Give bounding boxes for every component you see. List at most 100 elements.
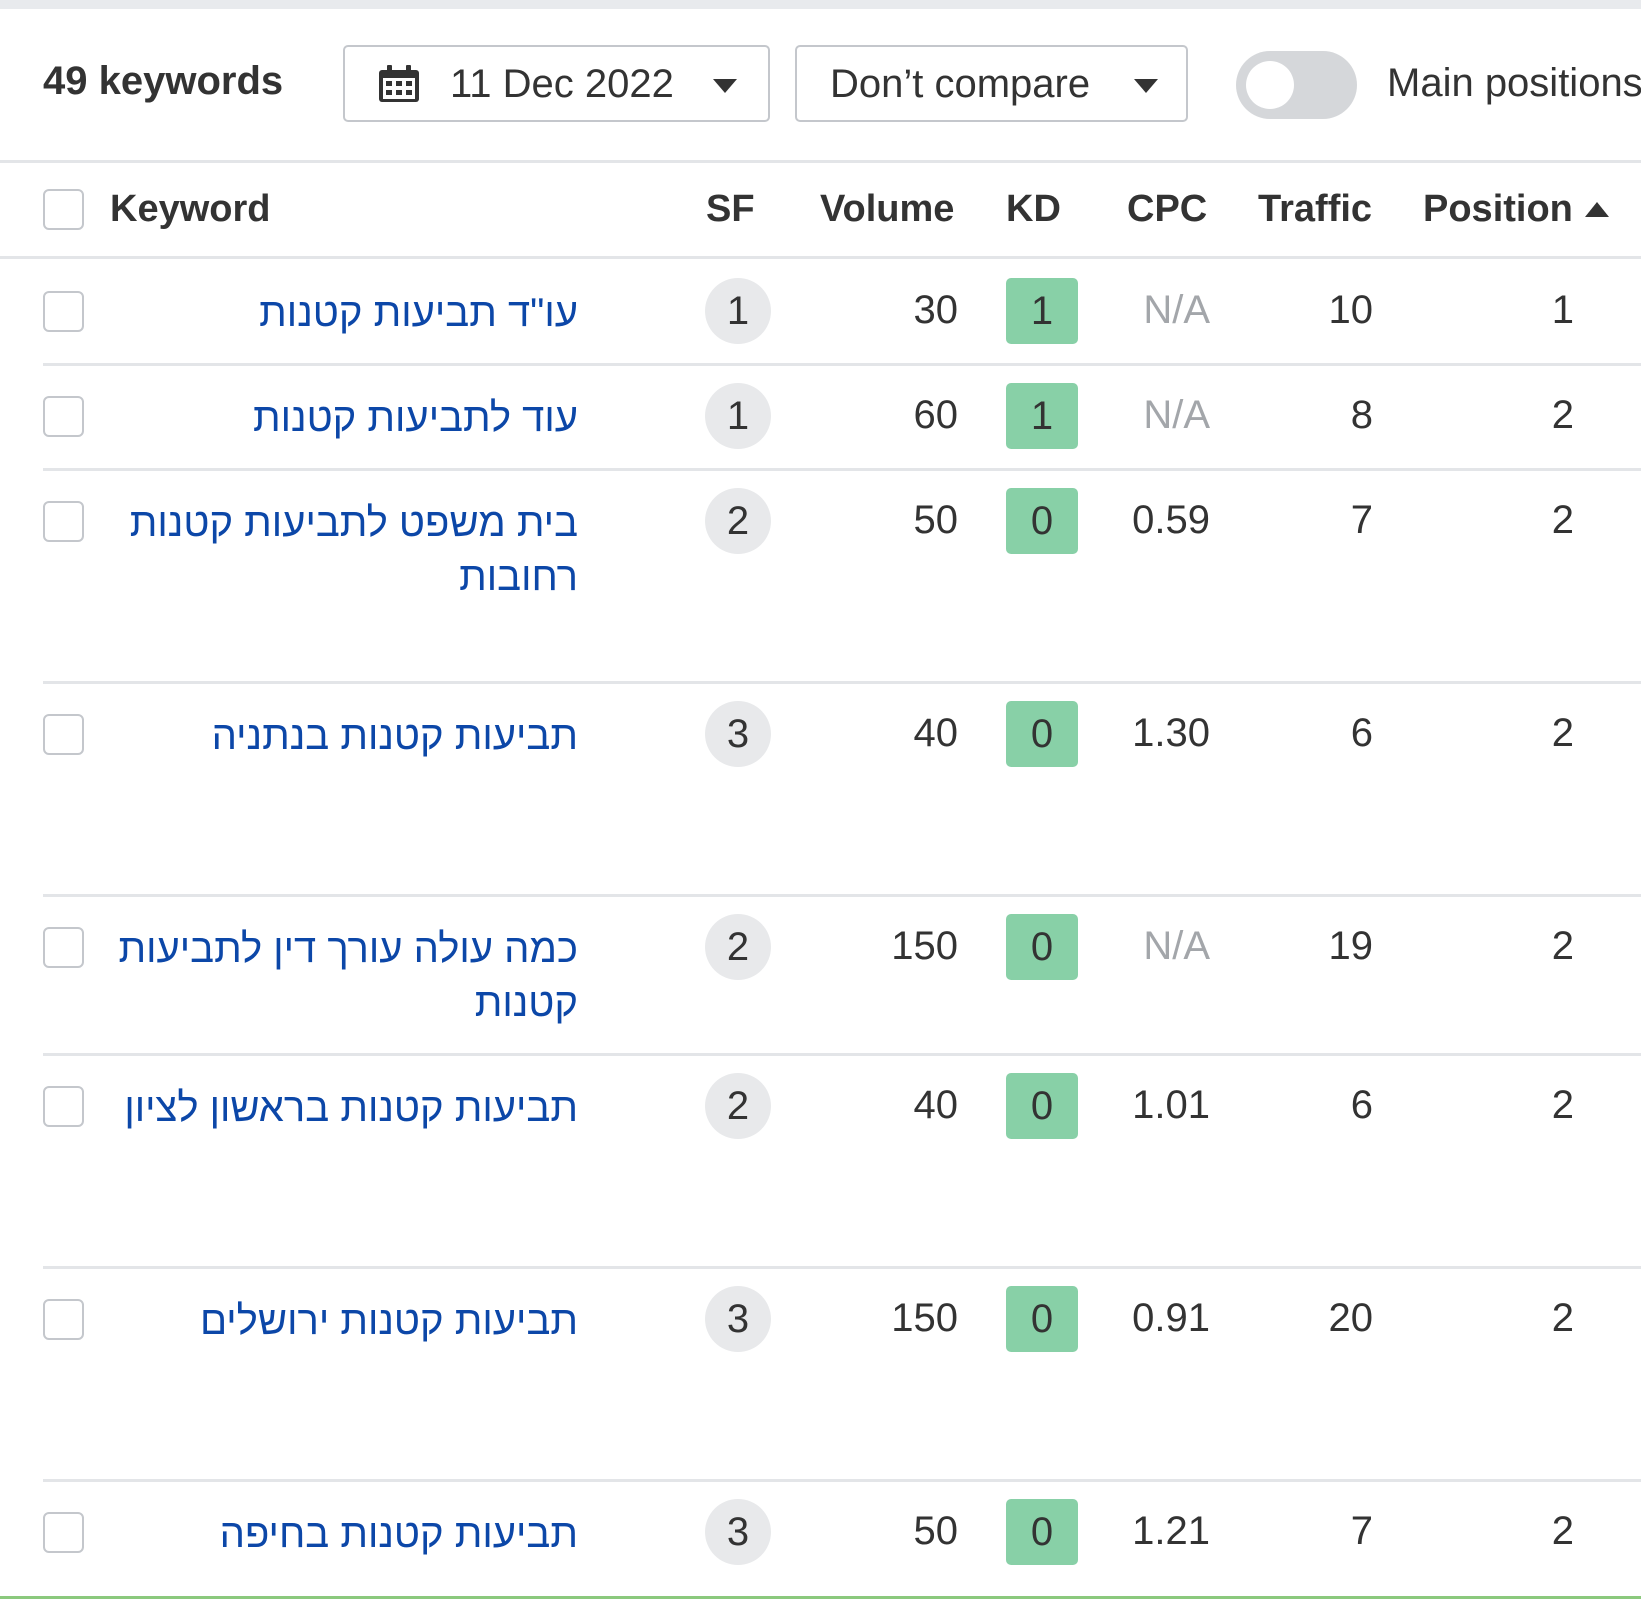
- keyword-link[interactable]: תביעות קטנות ירושלים: [108, 1294, 578, 1348]
- cpc-value: 1.21: [1132, 1509, 1210, 1553]
- table-row: עוד לתביעות קטנות 1 60 1 N/A 8 2: [0, 364, 1641, 469]
- column-header-keyword[interactable]: Keyword: [110, 190, 270, 228]
- traffic-value[interactable]: 6: [1240, 1085, 1373, 1125]
- position-value: 2: [1551, 711, 1574, 755]
- position-value: 2: [1551, 924, 1574, 968]
- sf-badge[interactable]: 2: [705, 914, 771, 980]
- sf-badge[interactable]: 2: [705, 488, 771, 554]
- kd-badge: 0: [1006, 488, 1078, 554]
- main-positions-toggle[interactable]: [1236, 51, 1357, 119]
- keyword-link[interactable]: בית משפט לתביעות קטנות רחובות: [108, 496, 578, 604]
- table-header: Keyword SF Volume KD CPC Traffic Positio…: [0, 163, 1641, 259]
- sort-ascending-icon: [1584, 202, 1609, 217]
- volume-value: 50: [913, 1509, 959, 1553]
- volume-value: 30: [913, 288, 959, 332]
- column-header-volume[interactable]: Volume: [820, 190, 954, 228]
- volume-value: 60: [913, 393, 959, 437]
- top-strip: [0, 0, 1641, 9]
- row-checkbox[interactable]: [43, 1086, 84, 1127]
- column-header-cpc[interactable]: CPC: [1127, 190, 1207, 228]
- table-row: עו"ד תביעות קטנות 1 30 1 N/A 10 1: [0, 259, 1641, 364]
- keyword-link[interactable]: תביעות קטנות בנתניה: [108, 709, 578, 763]
- sf-badge[interactable]: 3: [705, 701, 771, 767]
- chevron-down-icon: [1134, 79, 1158, 93]
- table-row: תביעות קטנות בחיפה 3 50 0 1.21 7 2: [0, 1480, 1641, 1596]
- kd-badge: 1: [1006, 278, 1078, 344]
- position-value: 2: [1551, 1296, 1574, 1340]
- keyword-link[interactable]: עו"ד תביעות קטנות: [108, 286, 578, 340]
- cpc-value: 1.30: [1132, 711, 1210, 755]
- keyword-link[interactable]: תביעות קטנות בחיפה: [108, 1507, 578, 1561]
- column-header-kd[interactable]: KD: [1006, 190, 1061, 228]
- volume-value: 150: [891, 1296, 958, 1340]
- toggle-knob: [1246, 61, 1294, 109]
- volume-value: 50: [913, 498, 959, 542]
- date-value: 11 Dec 2022: [450, 62, 674, 106]
- sf-badge[interactable]: 3: [705, 1286, 771, 1352]
- position-value: 2: [1551, 1083, 1574, 1127]
- toolbar: 49 keywords 11 Dec 2022 Don’t compare Ma…: [0, 9, 1641, 160]
- traffic-value[interactable]: 10: [1240, 290, 1374, 330]
- row-divider: [43, 363, 1641, 366]
- row-checkbox[interactable]: [43, 291, 84, 332]
- main-positions-label: Main positions: [1387, 61, 1641, 105]
- date-picker-dropdown[interactable]: 11 Dec 2022: [343, 45, 770, 122]
- row-checkbox[interactable]: [43, 1512, 84, 1553]
- position-value: 2: [1551, 498, 1574, 542]
- column-header-sf[interactable]: SF: [706, 190, 755, 228]
- traffic-value[interactable]: 8: [1240, 395, 1373, 435]
- row-checkbox[interactable]: [43, 501, 84, 542]
- row-checkbox[interactable]: [43, 1299, 84, 1340]
- keyword-link[interactable]: כמה עולה עורך דין לתביעות קטנות: [108, 922, 578, 1030]
- position-value: 2: [1551, 393, 1574, 437]
- sf-badge[interactable]: 1: [705, 383, 771, 449]
- row-checkbox[interactable]: [43, 396, 84, 437]
- traffic-value[interactable]: 6: [1240, 713, 1373, 753]
- sf-badge[interactable]: 2: [705, 1073, 771, 1139]
- row-checkbox[interactable]: [43, 714, 84, 755]
- traffic-value[interactable]: 7: [1240, 500, 1373, 540]
- column-header-traffic[interactable]: Traffic: [1258, 190, 1372, 228]
- compare-value: Don’t compare: [830, 62, 1091, 106]
- traffic-value[interactable]: 7: [1240, 1511, 1373, 1551]
- column-header-position-label: Position: [1423, 188, 1573, 230]
- sf-badge[interactable]: 1: [705, 278, 771, 344]
- volume-value: 40: [913, 1083, 959, 1127]
- select-all-checkbox[interactable]: [43, 189, 84, 230]
- compare-dropdown[interactable]: Don’t compare: [795, 45, 1188, 122]
- cpc-value: N/A: [1143, 924, 1210, 968]
- volume-value: 150: [891, 924, 958, 968]
- table-row: תביעות קטנות בראשון לציון 2 40 0 1.01 6 2: [0, 1054, 1641, 1267]
- row-divider: [43, 1053, 1641, 1056]
- row-divider: [43, 894, 1641, 897]
- keyword-link[interactable]: עוד לתביעות קטנות: [108, 391, 578, 445]
- row-checkbox[interactable]: [43, 927, 84, 968]
- row-divider: [43, 468, 1641, 471]
- kd-badge: 0: [1006, 701, 1078, 767]
- keyword-count: 49 keywords: [43, 59, 284, 103]
- cpc-value: 0.59: [1132, 498, 1210, 542]
- cpc-value: N/A: [1143, 288, 1210, 332]
- table-row: תביעות קטנות בנתניה 3 40 0 1.30 6 2: [0, 682, 1641, 895]
- column-header-position[interactable]: Position: [1423, 190, 1609, 228]
- position-value: 1: [1551, 288, 1574, 332]
- table-row: כמה עולה עורך דין לתביעות קטנות 2 150 0 N/A 1…: [0, 895, 1641, 1054]
- chevron-down-icon: [713, 79, 737, 93]
- kd-badge: 1: [1006, 383, 1078, 449]
- cpc-value: 1.01: [1132, 1083, 1210, 1127]
- kd-badge: 0: [1006, 1073, 1078, 1139]
- table-row: תביעות קטנות ירושלים 3 150 0 0.91 20 2: [0, 1267, 1641, 1480]
- cpc-value: N/A: [1143, 393, 1210, 437]
- keyword-link[interactable]: תביעות קטנות בראשון לציון: [108, 1081, 578, 1135]
- traffic-value[interactable]: 20: [1240, 1298, 1374, 1338]
- row-divider: [43, 681, 1641, 684]
- position-value: 2: [1551, 1509, 1574, 1553]
- kd-badge: 0: [1006, 1286, 1078, 1352]
- row-divider: [43, 1479, 1641, 1482]
- table-row: בית משפט לתביעות קטנות רחובות 2 50 0 0.59 7 2: [0, 469, 1641, 682]
- kd-badge: 0: [1006, 1499, 1078, 1565]
- volume-value: 40: [913, 711, 959, 755]
- sf-badge[interactable]: 3: [705, 1499, 771, 1565]
- cpc-value: 0.91: [1132, 1296, 1210, 1340]
- traffic-value[interactable]: 19: [1240, 926, 1374, 966]
